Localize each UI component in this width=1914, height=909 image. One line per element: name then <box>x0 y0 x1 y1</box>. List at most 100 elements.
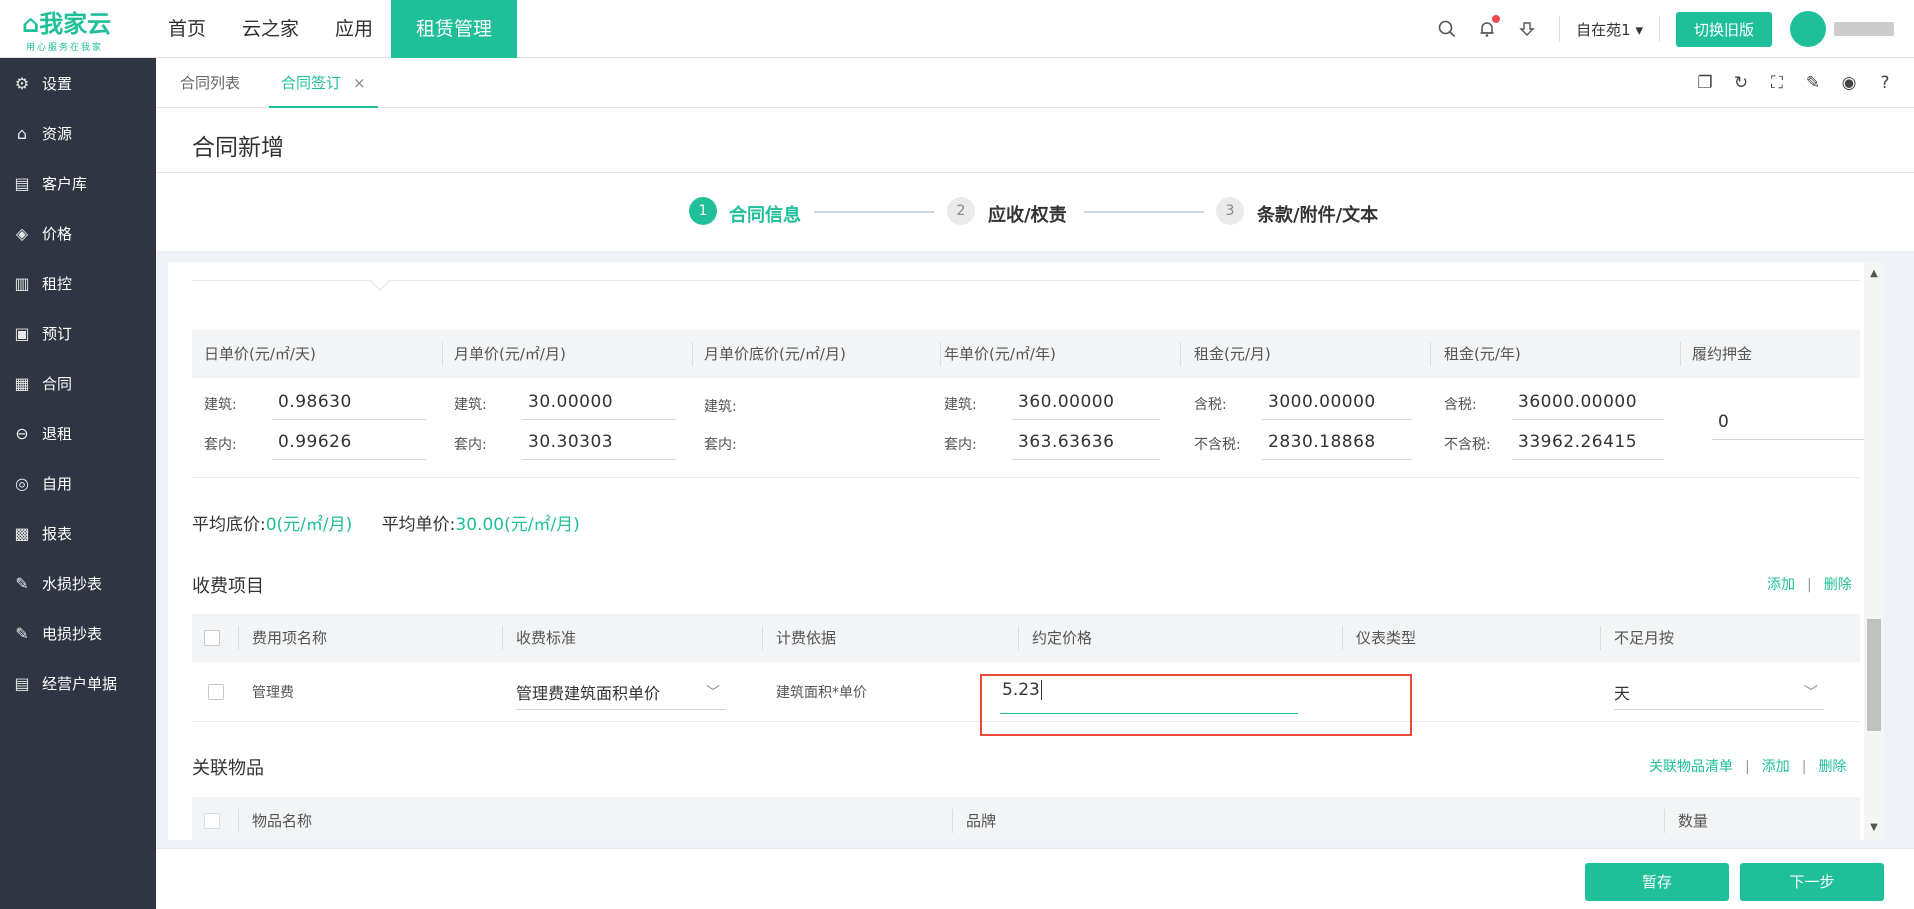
divider <box>442 342 443 366</box>
logo[interactable]: ⌂我家云 用心服务在我家 <box>22 4 132 54</box>
divider <box>1180 342 1181 366</box>
sidebar-item-lease-control[interactable]: ▥ 租控 <box>0 258 156 308</box>
community-select[interactable]: 自在苑1 ▾ <box>1576 19 1643 40</box>
month-inner-price[interactable]: 30.30303 <box>528 432 613 452</box>
inner-label: 套内: <box>454 437 487 453</box>
add-fee-link[interactable]: 添加 <box>1767 577 1795 593</box>
col-item-brand: 品牌 <box>966 812 997 830</box>
underline <box>1012 459 1160 460</box>
fees-actions: 添加 | 删除 <box>1767 574 1852 594</box>
row-checkbox[interactable] <box>208 684 224 700</box>
add-item-link[interactable]: 添加 <box>1762 759 1790 775</box>
rent-year-notax[interactable]: 33962.26415 <box>1518 432 1637 452</box>
document-icon: ▦ <box>14 373 30 393</box>
refresh-icon[interactable]: ↻ <box>1730 72 1752 94</box>
sidebar-item-checkout[interactable]: ⊖ 退租 <box>0 408 156 458</box>
nav-cloud-home[interactable]: 云之家 <box>224 0 317 58</box>
divider <box>1018 626 1019 650</box>
rent-month-tax[interactable]: 3000.00000 <box>1268 392 1376 412</box>
col-year-price: 年单价(元/㎡/年) <box>944 345 1056 363</box>
step-1-label[interactable]: 合同信息 <box>729 201 801 227</box>
select-all-checkbox[interactable] <box>204 813 220 829</box>
divider <box>1680 342 1681 366</box>
sidebar-item-settings[interactable]: ⚙ 设置 <box>0 58 156 108</box>
sidebar-item-self-use[interactable]: ◎ 自用 <box>0 458 156 508</box>
download-icon[interactable] <box>1517 19 1537 39</box>
step-2-label[interactable]: 应收/权责 <box>988 201 1067 227</box>
year-build-price[interactable]: 360.00000 <box>1018 392 1114 412</box>
deposit-input[interactable]: 0 <box>1718 412 1729 432</box>
tabs-bar: 合同列表 合同签订 × ❐ ↻ ⛶ ✎ ◉ ? <box>156 58 1914 108</box>
inner-label: 套内: <box>204 437 237 453</box>
day-build-price[interactable]: 0.98630 <box>278 392 352 412</box>
underline <box>1262 419 1412 420</box>
nav-apps[interactable]: 应用 <box>317 0 391 58</box>
delete-fee-link[interactable]: 删除 <box>1824 577 1852 593</box>
headset-icon[interactable]: ◉ <box>1838 72 1860 94</box>
item-list-link[interactable]: 关联物品清单 <box>1649 759 1733 775</box>
sidebar-item-reports[interactable]: ▩ 报表 <box>0 508 156 558</box>
step-connector <box>814 211 934 213</box>
next-step-button[interactable]: 下一步 <box>1740 863 1884 901</box>
tab-tools: ❐ ↻ ⛶ ✎ ◉ ? <box>1680 72 1896 94</box>
divider <box>1342 626 1343 650</box>
underline <box>272 419 426 420</box>
nav-lease-management[interactable]: 租赁管理 <box>391 0 518 58</box>
delete-item-link[interactable]: 删除 <box>1818 759 1846 775</box>
sidebar-item-contracts[interactable]: ▦ 合同 <box>0 358 156 408</box>
sidebar-item-power-meter[interactable]: ✎ 电损抄表 <box>0 608 156 658</box>
day-inner-price[interactable]: 0.99626 <box>278 432 352 452</box>
switch-old-version-button[interactable]: 切换旧版 <box>1675 11 1772 47</box>
average-prices: 平均底价:0(元/㎡/月) 平均单价:30.00(元/㎡/月) <box>192 510 580 535</box>
partial-month-select[interactable]: 天 ﹀ <box>1614 680 1824 710</box>
chevron-down-icon: ﹀ <box>1804 685 1818 701</box>
build-label: 建筑: <box>454 397 487 413</box>
logo-text: ⌂我家云 <box>22 10 112 38</box>
sidebar-item-prices[interactable]: ◈ 价格 <box>0 208 156 258</box>
bell-icon[interactable] <box>1477 15 1501 39</box>
minus-circle-icon: ⊖ <box>15 423 29 443</box>
booking-icon: ▣ <box>14 323 30 343</box>
link-separator: | <box>1807 577 1812 593</box>
calculator-icon: ▩ <box>14 523 30 543</box>
inner-label: 套内: <box>704 437 737 453</box>
scroll-down-arrow[interactable]: ▼ <box>1868 822 1880 834</box>
save-draft-button[interactable]: 暂存 <box>1585 863 1729 901</box>
sidebar-item-resources[interactable]: ⌂ 资源 <box>0 108 156 158</box>
fee-standard-select[interactable]: 管理费建筑面积单价 ﹀ <box>516 680 726 710</box>
fees-table-header: 费用项名称 收费标准 计费依据 约定价格 仪表类型 不足月按 <box>192 614 1860 662</box>
search-icon[interactable] <box>1437 19 1457 39</box>
tab-contract-list[interactable]: 合同列表 <box>180 58 240 108</box>
sidebar-item-booking[interactable]: ▣ 预订 <box>0 308 156 358</box>
help-icon[interactable]: ? <box>1874 72 1896 94</box>
rent-year-tax[interactable]: 36000.00000 <box>1518 392 1637 412</box>
tab-contract-sign[interactable]: 合同签订 × <box>269 58 378 108</box>
sidebar-item-merchant-docs[interactable]: ▤ 经营户单据 <box>0 658 156 708</box>
underline <box>1262 459 1412 460</box>
fees-section-title: 收费项目 <box>192 576 264 597</box>
close-icon[interactable]: × <box>353 74 366 92</box>
sidebar-item-customers[interactable]: ▤ 客户库 <box>0 158 156 208</box>
copy-icon[interactable]: ❐ <box>1694 72 1716 94</box>
year-inner-price[interactable]: 363.63636 <box>1018 432 1114 452</box>
month-build-price[interactable]: 30.00000 <box>528 392 613 412</box>
build-label: 建筑: <box>204 397 237 413</box>
highlight-box <box>980 674 1412 736</box>
scroll-thumb[interactable] <box>1867 619 1881 731</box>
fullscreen-icon[interactable]: ⛶ <box>1766 72 1788 94</box>
scroll-up-arrow[interactable]: ▲ <box>1868 268 1880 280</box>
avatar[interactable] <box>1790 11 1826 47</box>
sidebar-item-water-meter[interactable]: ✎ 水损抄表 <box>0 558 156 608</box>
edit-icon[interactable]: ✎ <box>1802 72 1824 94</box>
rent-month-notax[interactable]: 2830.18868 <box>1268 432 1376 452</box>
step-3-label[interactable]: 条款/附件/文本 <box>1257 201 1378 227</box>
top-toolbar: 自在苑1 ▾ 切换旧版 <box>1427 0 1894 58</box>
nav-home[interactable]: 首页 <box>150 0 224 58</box>
price-table-body: 建筑: 0.98630 套内: 0.99626 建筑: 30.00000 套内:… <box>192 378 1866 478</box>
tag-icon: ◈ <box>15 223 29 243</box>
scrollbar[interactable]: ▲ ▼ <box>1864 262 1884 840</box>
col-fee-basis: 计费依据 <box>776 629 837 647</box>
step-2-number: 2 <box>947 197 975 225</box>
username[interactable] <box>1834 22 1894 36</box>
select-all-checkbox[interactable] <box>204 630 220 646</box>
